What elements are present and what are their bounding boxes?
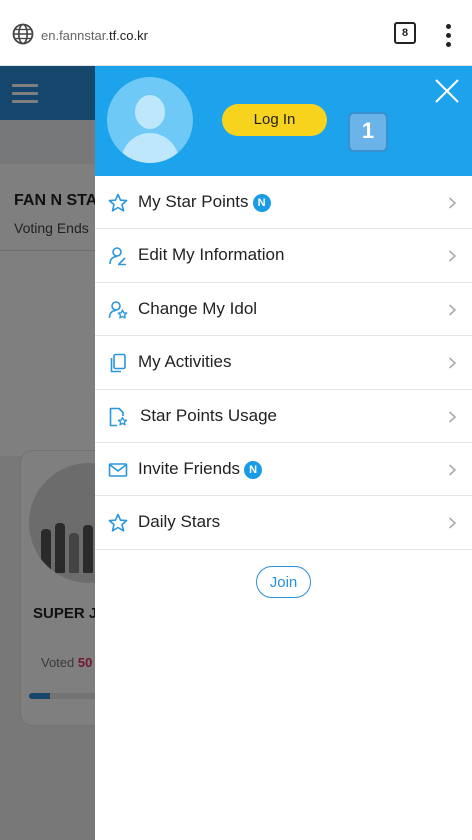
menu-item-label: Edit My Information [138, 245, 285, 265]
documents-icon [110, 353, 126, 373]
chevron-right-icon [448, 357, 457, 369]
menu-item-text: Invite Friends [138, 458, 241, 478]
url-host: tf.co.kr [108, 28, 148, 43]
chevron-right-icon [448, 517, 457, 529]
document-star-icon [109, 407, 128, 426]
menu-item-edit-my-information[interactable]: Edit My Information [95, 229, 472, 283]
globe-icon[interactable] [12, 23, 34, 45]
menu-item-label: My Activities [138, 352, 232, 372]
keycap-one-icon: 1 [348, 112, 388, 152]
star-icon [108, 193, 128, 212]
menu-item-label: Invite Friends N [138, 458, 263, 479]
new-badge: N [244, 460, 263, 479]
chevron-right-icon [448, 304, 457, 316]
chevron-right-icon [448, 464, 457, 476]
menu-item-label: My Star Points N [138, 192, 271, 212]
menu-item-my-star-points[interactable]: My Star Points N [95, 176, 472, 230]
avatar-head [135, 95, 165, 129]
menu-item-change-my-idol[interactable]: Change My Idol [95, 283, 472, 337]
chevron-right-icon [448, 197, 457, 209]
address-bar[interactable]: en.fannstar.tf.co.kr [41, 28, 148, 43]
menu-item-daily-stars[interactable]: Daily Stars [95, 496, 472, 550]
user-star-icon [108, 300, 128, 319]
drawer-menu: My Star Points N Edit My Information Chan… [95, 176, 472, 550]
login-button[interactable]: Log In [222, 104, 327, 136]
close-icon[interactable] [434, 78, 460, 104]
menu-item-text: My Star Points [138, 192, 249, 211]
menu-item-label: Daily Stars [138, 512, 221, 532]
avatar-body [121, 133, 179, 163]
menu-item-label: Star Points Usage [140, 405, 278, 425]
drawer-header: Log In 1 [95, 66, 472, 176]
mail-icon [108, 463, 128, 477]
menu-item-star-points-usage[interactable]: Star Points Usage [95, 390, 472, 443]
tab-switcher-button[interactable]: 8 [394, 22, 416, 44]
url-prefix: en.fannstar. [41, 28, 109, 43]
menu-item-my-activities[interactable]: My Activities [95, 336, 472, 390]
new-badge: N [252, 194, 271, 212]
chevron-right-icon [448, 250, 457, 262]
join-button[interactable]: Join [256, 566, 311, 598]
chevron-right-icon [448, 410, 457, 423]
menu-item-invite-friends[interactable]: Invite Friends N [95, 443, 472, 497]
browser-menu-icon[interactable] [438, 22, 458, 47]
star-icon [108, 514, 128, 532]
user-edit-icon [109, 247, 126, 266]
side-drawer: Log In 1 My Star Points N Edit My Informa… [95, 66, 472, 840]
menu-item-label: Change My Idol [138, 298, 258, 318]
avatar[interactable] [107, 77, 193, 163]
browser-toolbar: en.fannstar.tf.co.kr 8 [0, 0, 472, 66]
